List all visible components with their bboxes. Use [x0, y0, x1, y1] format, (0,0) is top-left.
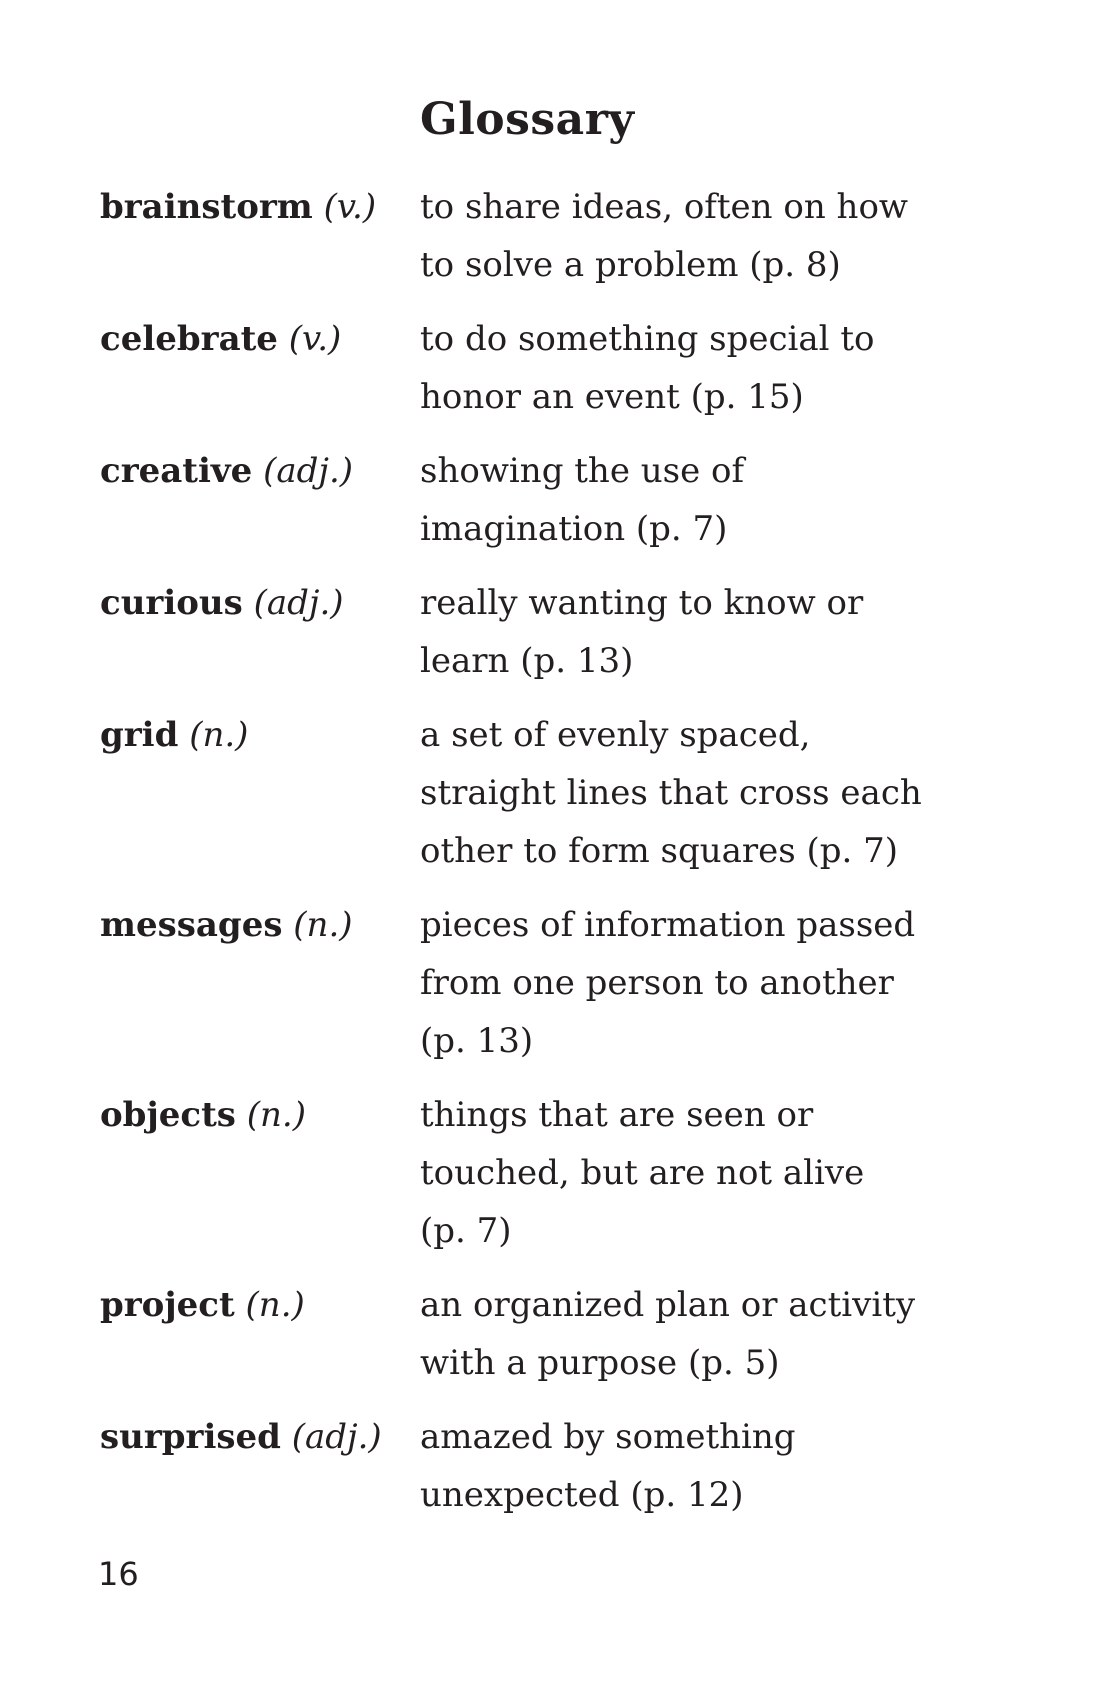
- entry-term: project (n.): [100, 1276, 305, 1334]
- part-of-speech: (n.): [189, 715, 249, 755]
- part-of-speech: (v.): [288, 319, 342, 359]
- entry-definition: pieces of information passed from one pe…: [420, 896, 940, 1070]
- definition-line: an organized plan or activity: [420, 1285, 916, 1325]
- entry-term: celebrate (v.): [100, 310, 341, 368]
- entry-definition: showing the use of imagination (p. 7): [420, 442, 940, 558]
- part-of-speech: (n.): [293, 905, 353, 945]
- definition-line: learn (p. 13): [420, 641, 634, 681]
- entry-definition: really wanting to know or learn (p. 13): [420, 574, 940, 690]
- page-number: 16: [98, 1555, 139, 1593]
- term-word: brainstorm: [100, 187, 313, 227]
- definition-line: really wanting to know or: [420, 583, 864, 623]
- definition-line: other to form squares (p. 7): [420, 831, 899, 871]
- definition-line: from one person to another: [420, 963, 894, 1003]
- entry-term: objects (n.): [100, 1086, 306, 1144]
- term-word: grid: [100, 715, 179, 755]
- entry-term: grid (n.): [100, 706, 248, 764]
- term-word: creative: [100, 451, 253, 491]
- definition-line: unexpected (p. 12): [420, 1475, 744, 1515]
- entry-definition: an organized plan or activity with a pur…: [420, 1276, 940, 1392]
- term-word: curious: [100, 583, 243, 623]
- part-of-speech: (n.): [245, 1285, 305, 1325]
- definition-line: to do something special to: [420, 319, 875, 359]
- entry-term: creative (adj.): [100, 442, 353, 500]
- definition-line: straight lines that cross each: [420, 773, 922, 813]
- entry-definition: to share ideas, often on how to solve a …: [420, 178, 940, 294]
- entry-term: brainstorm (v.): [100, 178, 376, 236]
- definition-line: a set of evenly spaced,: [420, 715, 811, 755]
- part-of-speech: (adj.): [253, 583, 344, 623]
- definition-line: imagination (p. 7): [420, 509, 728, 549]
- glossary-page: Glossary brainstorm (v.) to share ideas,…: [0, 0, 1100, 1700]
- entry-definition: amazed by something unexpected (p. 12): [420, 1408, 940, 1524]
- entry-definition: things that are seen or touched, but are…: [420, 1086, 940, 1260]
- definition-line: (p. 13): [420, 1021, 534, 1061]
- definition-line: to share ideas, often on how: [420, 187, 909, 227]
- page-title: Glossary: [420, 94, 635, 145]
- term-word: celebrate: [100, 319, 278, 359]
- term-word: messages: [100, 905, 283, 945]
- entry-definition: to do something special to honor an even…: [420, 310, 940, 426]
- definition-line: things that are seen or: [420, 1095, 814, 1135]
- part-of-speech: (adj.): [263, 451, 354, 491]
- definition-line: amazed by something: [420, 1417, 796, 1457]
- term-word: surprised: [100, 1417, 281, 1457]
- definition-line: showing the use of: [420, 451, 745, 491]
- definition-line: (p. 7): [420, 1211, 512, 1251]
- part-of-speech: (v.): [323, 187, 377, 227]
- definition-line: touched, but are not alive: [420, 1153, 865, 1193]
- definition-line: with a purpose (p. 5): [420, 1343, 780, 1383]
- part-of-speech: (adj.): [291, 1417, 382, 1457]
- term-word: project: [100, 1285, 235, 1325]
- definition-line: pieces of information passed: [420, 905, 916, 945]
- entry-term: curious (adj.): [100, 574, 344, 632]
- entry-definition: a set of evenly spaced, straight lines t…: [420, 706, 940, 880]
- part-of-speech: (n.): [246, 1095, 306, 1135]
- term-word: objects: [100, 1095, 236, 1135]
- definition-line: to solve a problem (p. 8): [420, 245, 841, 285]
- definition-line: honor an event (p. 15): [420, 377, 804, 417]
- entry-term: messages (n.): [100, 896, 353, 954]
- entry-term: surprised (adj.): [100, 1408, 382, 1466]
